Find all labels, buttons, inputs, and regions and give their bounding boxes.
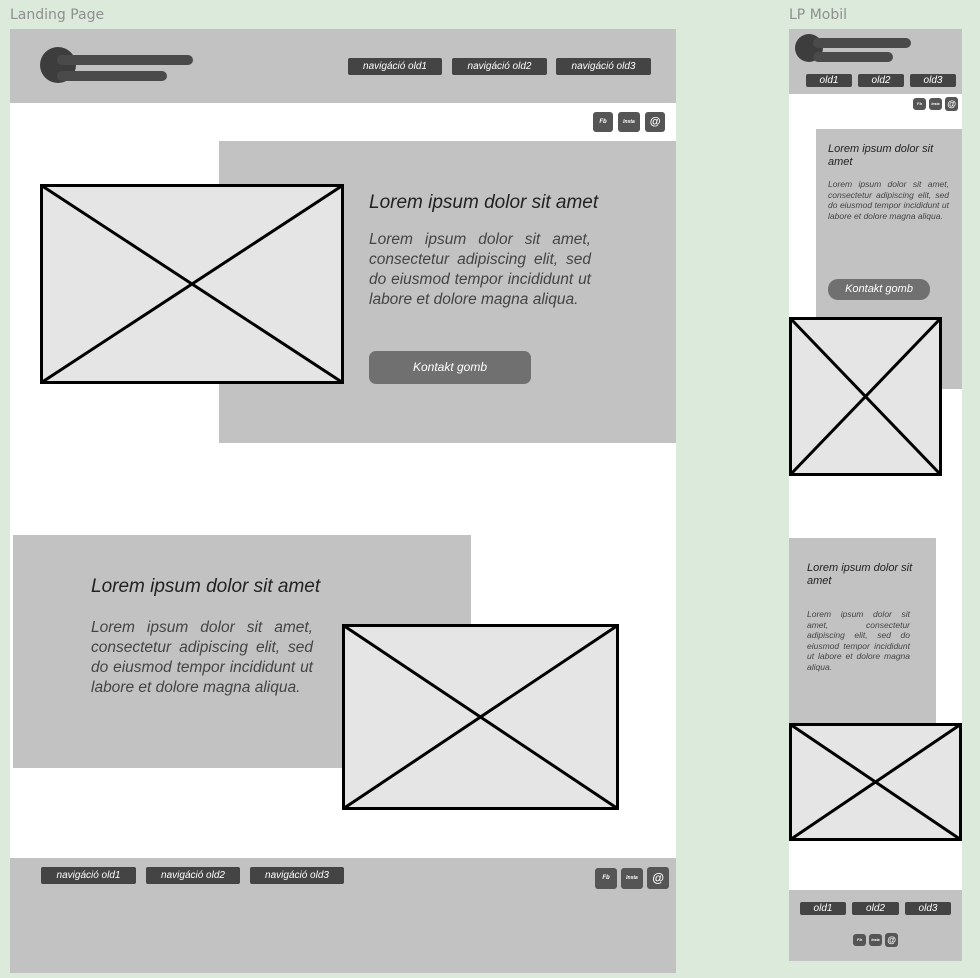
email-icon[interactable]: @ (645, 112, 665, 132)
mobile-hero-body: Lorem ipsum dolor sit amet, consectetur … (828, 179, 949, 221)
footer-email-icon[interactable]: @ (647, 867, 669, 889)
footer-nav-button-old1[interactable]: navigáció old1 (41, 867, 136, 884)
mobile-logo-bar-bottom (813, 52, 893, 62)
footer-instagram-icon[interactable]: Insta (621, 868, 643, 889)
desktop-frame-label: Landing Page (10, 7, 105, 23)
mobile-footer (789, 890, 962, 961)
mobile-footer-nav-button-old1[interactable]: old1 (800, 902, 846, 915)
mobile-footer-instagram-icon[interactable]: Insta (869, 934, 882, 946)
hero-title: Lorem ipsum dolor sit amet (369, 192, 599, 213)
logo-bar-bottom (57, 71, 167, 81)
footer-nav-button-old3[interactable]: navigáció old3 (250, 867, 344, 884)
mobile-footer-nav-button-old2[interactable]: old2 (852, 902, 899, 915)
mobile-contact-button[interactable]: Kontakt gomb (828, 279, 930, 300)
footer-nav-button-old2[interactable]: navigáció old2 (146, 867, 240, 884)
hero-body: Lorem ipsum dolor sit amet, consectetur … (369, 231, 591, 308)
mobile-nav-button-old3[interactable]: old3 (910, 74, 956, 87)
mobile-facebook-icon[interactable]: Fb (913, 98, 926, 110)
hero-image-placeholder (40, 184, 344, 384)
nav-button-old2[interactable]: navigáció old2 (452, 58, 547, 75)
mobile-nav-button-old2[interactable]: old2 (858, 74, 904, 87)
mobile-section2-image-placeholder (789, 723, 962, 841)
facebook-icon[interactable]: Fb (593, 112, 613, 132)
section2-body: Lorem ipsum dolor sit amet, consectetur … (91, 619, 313, 696)
nav-button-old1[interactable]: navigáció old1 (348, 58, 442, 75)
mobile-instagram-icon[interactable]: Insta (929, 98, 942, 110)
contact-button[interactable]: Kontakt gomb (369, 351, 531, 384)
mobile-footer-facebook-icon[interactable]: Fb (853, 934, 866, 946)
mobile-section2-title: Lorem ipsum dolor sit amet (807, 562, 913, 587)
mobile-section2-body: Lorem ipsum dolor sit amet, consectetur … (807, 609, 910, 672)
mobile-hero-image-placeholder (789, 317, 942, 476)
mobile-frame-label: LP Mobil (789, 7, 848, 23)
section2-title: Lorem ipsum dolor sit amet (91, 576, 321, 597)
mobile-footer-email-icon[interactable]: @ (885, 933, 898, 947)
mobile-nav-button-old1[interactable]: old1 (806, 74, 852, 87)
section2-image-placeholder (342, 624, 619, 810)
nav-button-old3[interactable]: navigáció old3 (556, 58, 651, 75)
logo-bar-top (57, 55, 193, 65)
mobile-footer-nav-button-old3[interactable]: old3 (905, 902, 951, 915)
instagram-icon[interactable]: Insta (618, 112, 640, 132)
mobile-logo-bar-top (813, 38, 911, 48)
footer-facebook-icon[interactable]: Fb (595, 868, 617, 889)
mobile-hero-title: Lorem ipsum dolor sit amet (828, 143, 934, 168)
mobile-email-icon[interactable]: @ (945, 97, 958, 111)
